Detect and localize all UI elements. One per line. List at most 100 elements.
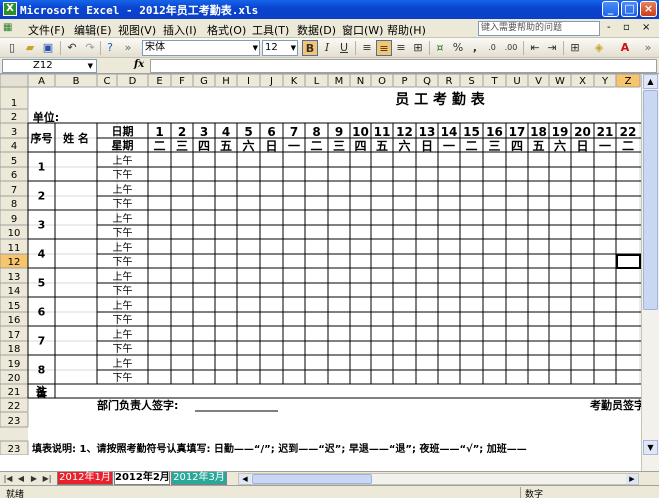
underline-button[interactable]: U bbox=[336, 40, 352, 56]
horizontal-scroll-thumb[interactable] bbox=[252, 474, 372, 484]
select-all-corner[interactable] bbox=[0, 74, 29, 88]
save-icon[interactable]: ▣ bbox=[40, 40, 56, 56]
new-document-icon[interactable]: ▯ bbox=[4, 40, 20, 56]
status-bar: 就绪 数字 bbox=[0, 485, 659, 498]
day-number: 7 bbox=[290, 125, 298, 139]
menu-file[interactable]: 文件(F) bbox=[28, 22, 65, 38]
borders-icon[interactable]: ⊞ bbox=[567, 40, 583, 56]
italic-button[interactable]: I bbox=[319, 40, 335, 56]
decrease-decimal-icon[interactable]: .00 bbox=[503, 40, 519, 56]
column-header-label: I bbox=[247, 76, 250, 87]
name-box[interactable]: Z12 ▼ bbox=[2, 59, 97, 73]
decrease-indent-icon[interactable]: ⇤ bbox=[527, 40, 543, 56]
sheet-tab[interactable]: 2012年3月 bbox=[171, 472, 227, 485]
am-label: 上午 bbox=[113, 241, 133, 254]
menu-tools[interactable]: 工具(T) bbox=[252, 22, 289, 38]
day-number: 16 bbox=[486, 125, 503, 139]
weekday-label: 一 bbox=[288, 139, 300, 153]
scroll-left-icon[interactable]: ◀ bbox=[239, 474, 251, 484]
weekday-label: 六 bbox=[242, 138, 254, 153]
scroll-up-icon[interactable]: ▲ bbox=[643, 74, 658, 89]
sheet-tab-active[interactable]: 2012年2月 bbox=[114, 472, 170, 485]
scroll-right-icon[interactable]: ▶ bbox=[626, 474, 638, 484]
last-sheet-icon[interactable]: ▶| bbox=[41, 472, 53, 485]
horizontal-scrollbar[interactable]: ◀ ▶ bbox=[238, 473, 639, 485]
employee-number: 4 bbox=[38, 248, 46, 261]
formula-input[interactable] bbox=[150, 59, 657, 73]
scroll-down-icon[interactable]: ▼ bbox=[643, 440, 658, 455]
toolbar-options-icon[interactable]: » bbox=[640, 40, 656, 56]
menu-data[interactable]: 数据(D) bbox=[297, 22, 336, 38]
sheet-tab[interactable]: 2012年1月 bbox=[57, 472, 113, 485]
increase-decimal-icon[interactable]: .0 bbox=[484, 40, 500, 56]
vertical-scrollbar[interactable]: ▲ ▼ bbox=[641, 74, 659, 471]
day-number: 3 bbox=[200, 125, 208, 139]
first-sheet-icon[interactable]: |◀ bbox=[2, 472, 14, 485]
document-icon[interactable]: ▦ bbox=[3, 22, 12, 33]
am-label: 上午 bbox=[113, 299, 133, 312]
fill-color-icon[interactable]: ◈ bbox=[591, 40, 607, 56]
header-seq: 序号 bbox=[31, 131, 53, 145]
mdi-minimize-button[interactable]: - bbox=[607, 22, 611, 33]
worksheet-canvas[interactable]: A B C D E F G H I J K L M N O P Q R S T U V W X Y Z12345678910111… bbox=[0, 74, 641, 455]
day-number: 5 bbox=[244, 125, 252, 139]
header-name: 姓 名 bbox=[63, 131, 89, 145]
insert-function-icon[interactable]: fx bbox=[134, 59, 144, 70]
row-header-label: 17 bbox=[8, 330, 21, 341]
font-size-select[interactable]: 12 ▼ bbox=[262, 40, 298, 56]
pm-label: 下午 bbox=[113, 371, 133, 384]
open-folder-icon[interactable]: ▰ bbox=[22, 40, 38, 56]
column-header-label: R bbox=[446, 76, 453, 87]
day-number: 13 bbox=[419, 125, 436, 139]
row-header-label: 23 bbox=[8, 416, 21, 427]
mdi-restore-button[interactable]: ▫ bbox=[623, 22, 630, 33]
row-header-label: 9 bbox=[11, 214, 17, 225]
align-left-icon[interactable]: ≡ bbox=[359, 40, 375, 56]
selected-cell[interactable] bbox=[616, 254, 641, 269]
day-number: 6 bbox=[267, 125, 275, 139]
menu-view[interactable]: 视图(V) bbox=[118, 22, 156, 38]
spreadsheet-grid: A B C D E F G H I J K L M N O P Q R S T U V W X Y Z 1 2 3 4 5 6 7 8 9 10 11 1… bbox=[0, 74, 641, 455]
weekday-label: 六 bbox=[554, 138, 566, 153]
bold-button[interactable]: B bbox=[302, 40, 318, 56]
day-number: 15 bbox=[463, 125, 480, 139]
menu-window[interactable]: 窗口(W) bbox=[342, 22, 383, 38]
help-icon[interactable]: ? bbox=[102, 40, 118, 56]
vertical-scroll-thumb[interactable] bbox=[643, 90, 658, 310]
day-number: 21 bbox=[597, 125, 614, 139]
minimize-button[interactable]: _ bbox=[602, 1, 619, 17]
row-header-label: 13 bbox=[8, 272, 21, 283]
day-number: 20 bbox=[574, 125, 591, 139]
redo-icon[interactable]: ↷ bbox=[82, 40, 98, 56]
prev-sheet-icon[interactable]: ◀ bbox=[15, 472, 27, 485]
align-center-icon[interactable]: ≡ bbox=[376, 40, 392, 56]
am-label: 上午 bbox=[113, 357, 133, 370]
column-header-label: J bbox=[269, 76, 273, 87]
increase-indent-icon[interactable]: ⇥ bbox=[544, 40, 560, 56]
next-sheet-icon[interactable]: ▶ bbox=[28, 472, 40, 485]
help-question-input[interactable]: 键入需要帮助的问题 bbox=[478, 21, 600, 36]
font-color-icon[interactable]: A bbox=[617, 40, 633, 56]
day-number: 10 bbox=[352, 125, 369, 139]
menu-insert[interactable]: 插入(I) bbox=[163, 22, 197, 38]
column-header-label: D bbox=[129, 76, 137, 87]
merge-center-icon[interactable]: ⊞ bbox=[410, 40, 426, 56]
align-right-icon[interactable]: ≡ bbox=[393, 40, 409, 56]
close-button[interactable]: × bbox=[640, 1, 657, 17]
row-header-label: 8 bbox=[11, 199, 17, 210]
maximize-button[interactable]: □ bbox=[621, 1, 638, 17]
font-name-select[interactable]: 宋体 ▼ bbox=[142, 40, 260, 56]
menu-edit[interactable]: 编辑(E) bbox=[74, 22, 112, 38]
column-header-label: Z bbox=[625, 76, 632, 87]
toolbar-options-icon[interactable]: » bbox=[120, 40, 136, 56]
day-number: 4 bbox=[222, 125, 230, 139]
comma-style-button[interactable]: , bbox=[467, 40, 483, 56]
menu-format[interactable]: 格式(O) bbox=[207, 22, 246, 38]
currency-icon[interactable]: ¤ bbox=[432, 40, 448, 56]
mdi-close-button[interactable]: × bbox=[642, 22, 650, 33]
percent-button[interactable]: % bbox=[450, 40, 466, 56]
row-header-label: 3 bbox=[11, 127, 17, 138]
menu-help[interactable]: 帮助(H) bbox=[387, 22, 426, 38]
undo-icon[interactable]: ↶ bbox=[64, 40, 80, 56]
column-header-label: F bbox=[179, 76, 185, 87]
